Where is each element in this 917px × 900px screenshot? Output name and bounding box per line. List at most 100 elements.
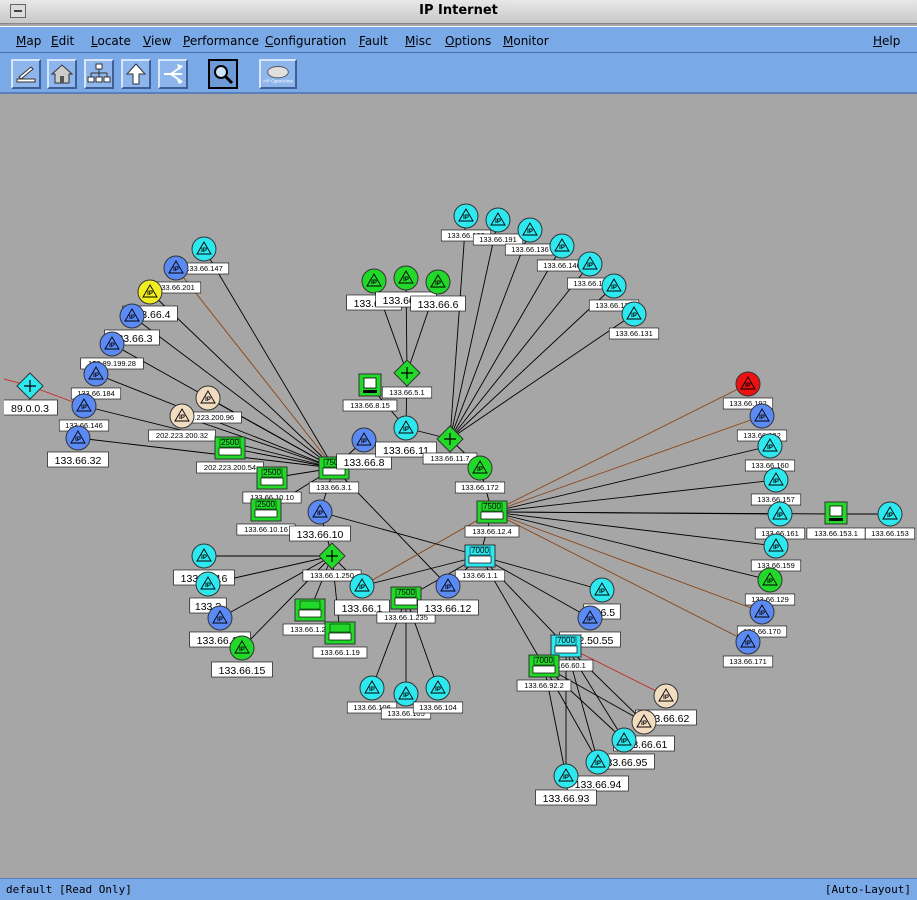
menu-monitor[interactable]: Monitor xyxy=(503,34,549,48)
map-node-router[interactable]: 2500 133.66.10.16 xyxy=(236,498,296,536)
map-node-ipnet[interactable]: IP 133.66.104 xyxy=(412,675,464,714)
map-node-ipnet-diamond[interactable]: 133.66.1.250 xyxy=(302,542,362,582)
close-submap-button[interactable] xyxy=(11,59,41,89)
menu-performance[interactable]: Performance xyxy=(183,34,259,48)
quick-navigator-icon xyxy=(164,64,183,84)
node-label: 133.66.94 xyxy=(575,779,622,791)
network-link[interactable] xyxy=(203,248,335,469)
status-right: [Auto-Layout] xyxy=(824,883,911,896)
ip-glyph-text: IP xyxy=(201,555,207,561)
menu-misc[interactable]: Misc xyxy=(405,34,432,48)
node-label: 133.66.12.4 xyxy=(472,527,512,536)
router-model-text: 7500 xyxy=(397,588,415,597)
ip-glyph-text: IP xyxy=(129,315,135,321)
menu-configuration[interactable]: Configuration xyxy=(265,34,346,48)
network-link[interactable] xyxy=(449,215,467,440)
ip-glyph-text: IP xyxy=(435,281,441,287)
ip-glyph-text: IP xyxy=(587,263,593,269)
ip-glyph-text: IP xyxy=(641,721,647,727)
node-label: 133.66.8.15 xyxy=(350,401,390,410)
ip-glyph-text: IP xyxy=(495,219,501,225)
root-submap-button[interactable] xyxy=(84,59,114,89)
node-label: 133.66.201 xyxy=(157,283,195,292)
map-node-ipnet[interactable]: IP133.66.161 xyxy=(754,501,806,540)
network-link[interactable] xyxy=(449,263,591,440)
home-submap-button[interactable] xyxy=(47,59,77,89)
window-titlebar: IP Internet xyxy=(0,0,917,24)
map-node-ipnet[interactable]: IP 133.66.6 xyxy=(410,269,466,312)
ip-glyph-text: IP xyxy=(767,445,773,451)
root-submap-icon xyxy=(87,63,111,83)
network-link[interactable] xyxy=(479,555,591,619)
map-node-ipnet-diamond[interactable]: 89.0.0.3 xyxy=(4,372,58,416)
parent-submap-button[interactable] xyxy=(121,59,151,89)
ip-glyph-text: IP xyxy=(745,641,751,647)
router-panel-glyph xyxy=(394,597,418,606)
ip-glyph-text: IP xyxy=(773,545,779,551)
menu-options[interactable]: Options xyxy=(445,34,491,48)
network-link[interactable] xyxy=(491,479,777,513)
ip-glyph-text: IP xyxy=(179,415,185,421)
network-link[interactable] xyxy=(491,511,763,613)
network-map-canvas[interactable]: 89.0.0.3IP133.66.147IP133.66.201IP133.66… xyxy=(4,96,916,877)
network-map[interactable]: 89.0.0.3 IP 133.66.147 IP 133.66.201 IP 133.66… xyxy=(4,96,916,877)
ip-glyph-text: IP xyxy=(81,405,87,411)
map-node-ipnet[interactable]: IP133.66.157 xyxy=(750,467,802,506)
map-node-ipnet[interactable]: IP 133.66.153 xyxy=(864,501,916,540)
map-node-ipnet-diamond[interactable]: 133.66.5.1 xyxy=(381,359,433,399)
network-link[interactable] xyxy=(491,511,749,643)
map-node-ipnet[interactable]: IP133.66.106 xyxy=(346,675,398,714)
ip-glyph-text: IP xyxy=(463,215,469,221)
ip-glyph-text: IP xyxy=(403,693,409,699)
menu-edit[interactable]: Edit xyxy=(51,34,74,48)
map-node-ipnet[interactable]: IP133.66.192 xyxy=(722,371,774,410)
network-link[interactable] xyxy=(449,313,635,440)
hp-openview-button[interactable]: HP OpenView xyxy=(259,59,297,89)
network-link[interactable] xyxy=(449,219,499,440)
node-label: 133.66.147 xyxy=(185,264,223,273)
ip-glyph-text: IP xyxy=(663,695,669,701)
network-link[interactable] xyxy=(491,511,771,581)
network-link[interactable] xyxy=(479,555,567,647)
network-link[interactable] xyxy=(449,245,563,440)
menu-help[interactable]: Help xyxy=(873,34,900,48)
menu-view[interactable]: View xyxy=(143,34,171,48)
status-left: default [Read Only] xyxy=(6,883,132,896)
router-panel-glyph xyxy=(260,477,284,486)
pan-zoom-button[interactable] xyxy=(208,59,238,89)
network-link[interactable] xyxy=(491,511,777,547)
map-node-ipnet[interactable]: IP 133.66.10 xyxy=(289,499,351,542)
map-node-ipnet[interactable]: IP133.66.129 xyxy=(744,567,796,606)
node-label: 133.66.131 xyxy=(615,329,653,338)
ip-glyph-text: IP xyxy=(359,585,365,591)
map-node-ipnet[interactable]: IP 133.66.159 xyxy=(750,533,802,572)
network-link[interactable] xyxy=(491,415,763,513)
network-link[interactable] xyxy=(491,445,771,513)
network-link[interactable] xyxy=(449,229,531,440)
map-node-ipnet[interactable]: IP 133.66.191 xyxy=(472,207,524,246)
menu-fault[interactable]: Fault xyxy=(359,34,388,48)
router-panel-glyph xyxy=(468,555,492,564)
node-label: 133.66.93 xyxy=(543,793,590,805)
ip-glyph-text: IP xyxy=(777,513,783,519)
map-node-router[interactable]: 7000 133.66.1.1 xyxy=(454,544,506,582)
network-link[interactable] xyxy=(181,415,335,469)
router-model-text: 7000 xyxy=(557,636,575,645)
node-label: 89.0.0.3 xyxy=(11,403,49,415)
node-label: 133.66.10.16 xyxy=(244,525,288,534)
map-node-router[interactable]: 2500 202.223.200.54 xyxy=(196,436,264,474)
map-node-host[interactable]: 133.66.153.1 xyxy=(806,501,866,540)
map-node-ipnet[interactable]: IP 133.66.11 xyxy=(375,415,437,458)
map-node-ipnet[interactable]: IP 133.66.32 xyxy=(47,425,109,468)
node-label: 133.66.12 xyxy=(425,603,472,615)
map-node-ipnet[interactable]: IP133.66.105 xyxy=(380,681,432,720)
quick-navigator-button[interactable] xyxy=(158,59,188,89)
menu-locate[interactable]: Locate xyxy=(91,34,131,48)
window-title: IP Internet xyxy=(419,3,498,18)
node-label: 133.66.15 xyxy=(219,665,266,677)
menu-bar: Map Edit Locate View Performance Configu… xyxy=(0,26,917,53)
router-model-text: 7000 xyxy=(535,656,553,665)
network-link[interactable] xyxy=(491,383,749,513)
pan-zoom-icon xyxy=(214,65,234,85)
menu-map[interactable]: Map xyxy=(16,34,41,48)
